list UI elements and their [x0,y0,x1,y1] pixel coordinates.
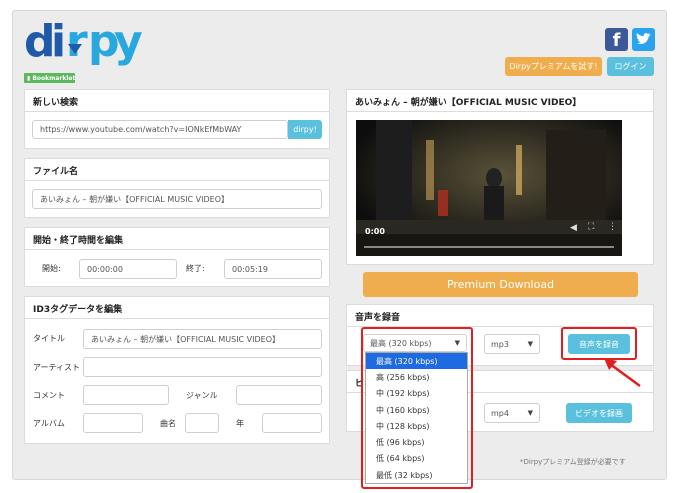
dirpy-logo[interactable]: d i r p y [24,16,144,68]
comment-input[interactable] [83,385,169,405]
video-player[interactable]: 0:00 ◀ ⛶ ⋮ [356,120,622,256]
premium-trial-button[interactable]: Dirpyプレミアムを試す! [505,57,602,76]
dropdown-highlight-box [361,327,473,489]
comment-label: コメント [33,391,65,400]
album-input[interactable] [83,413,143,433]
genre-label: ジャンル [186,391,218,400]
audio-heading: 音声を録音 [347,305,653,327]
chevron-down-icon: ▼ [527,340,533,348]
audio-format-value: mp3 [491,339,509,349]
svg-text:d: d [24,16,54,67]
volume-icon[interactable]: ◀ [570,223,577,233]
svg-text:y: y [114,16,143,67]
filename-input[interactable]: あいみょん – 朝が嫌い【OFFICIAL MUSIC VIDEO】 [32,189,322,209]
album-label: アルバム [33,419,65,428]
title-label: タイトル [33,334,65,343]
dirpy-logo-graphic: d i r p y [24,16,143,67]
filename-heading: ファイル名 [25,159,329,181]
year-label: 年 [236,419,244,428]
video-format-select[interactable]: mp4 ▼ [484,403,540,423]
artist-label: アーティスト [33,363,81,372]
end-label: 終了: [186,264,205,273]
login-button[interactable]: ログイン [607,57,654,76]
footnote: *Dirpyプレミアム登録が必要です [520,458,626,466]
url-input[interactable]: https://www.youtube.com/watch?v=IONkEfMb… [32,120,288,139]
start-time-input[interactable]: 00:00:00 [79,259,177,279]
record-video-button[interactable]: ビデオを録画 [566,403,632,423]
bookmarklet-label: Bookmarklet [32,74,76,82]
facebook-icon[interactable]: f [605,28,628,51]
dirpy-go-button[interactable]: dirpy! [288,120,322,139]
audio-format-select[interactable]: mp3 ▼ [484,334,540,354]
video-time: 0:00 [365,227,385,236]
twitter-icon[interactable] [632,28,655,51]
chevron-down-icon: ▼ [527,409,533,417]
video-controls [356,234,622,256]
svg-text:r: r [66,16,88,67]
search-panel: 新しい検索 [24,89,330,149]
artist-input[interactable] [83,357,322,377]
genre-input[interactable] [236,385,322,405]
start-label: 開始: [42,264,61,273]
id3-heading: ID3タグデータを編集 [25,297,329,319]
video-heading: あいみょん – 朝が嫌い【OFFICIAL MUSIC VIDEO】 [347,90,653,112]
annotation-arrow-icon [604,358,641,388]
video-format-value: mp4 [491,408,509,418]
track-input[interactable] [185,413,219,433]
filename-panel: ファイル名 [24,158,330,218]
search-heading: 新しい検索 [25,90,329,112]
end-time-input[interactable]: 00:05:19 [224,259,322,279]
track-label: 曲名 [160,419,176,428]
progress-bar[interactable] [364,246,614,248]
svg-text:i: i [51,16,66,67]
more-options-icon[interactable]: ⋮ [608,222,617,232]
premium-download-button[interactable]: Premium Download [363,272,638,297]
time-heading: 開始・終了時間を編集 [25,228,329,250]
title-input[interactable]: あいみょん – 朝が嫌い【OFFICIAL MUSIC VIDEO】 [83,329,322,349]
bookmark-icon: ▮ [27,74,31,82]
fullscreen-icon[interactable]: ⛶ [588,222,594,232]
bookmarklet-badge[interactable]: ▮ Bookmarklet [24,73,75,83]
year-input[interactable] [262,413,322,433]
